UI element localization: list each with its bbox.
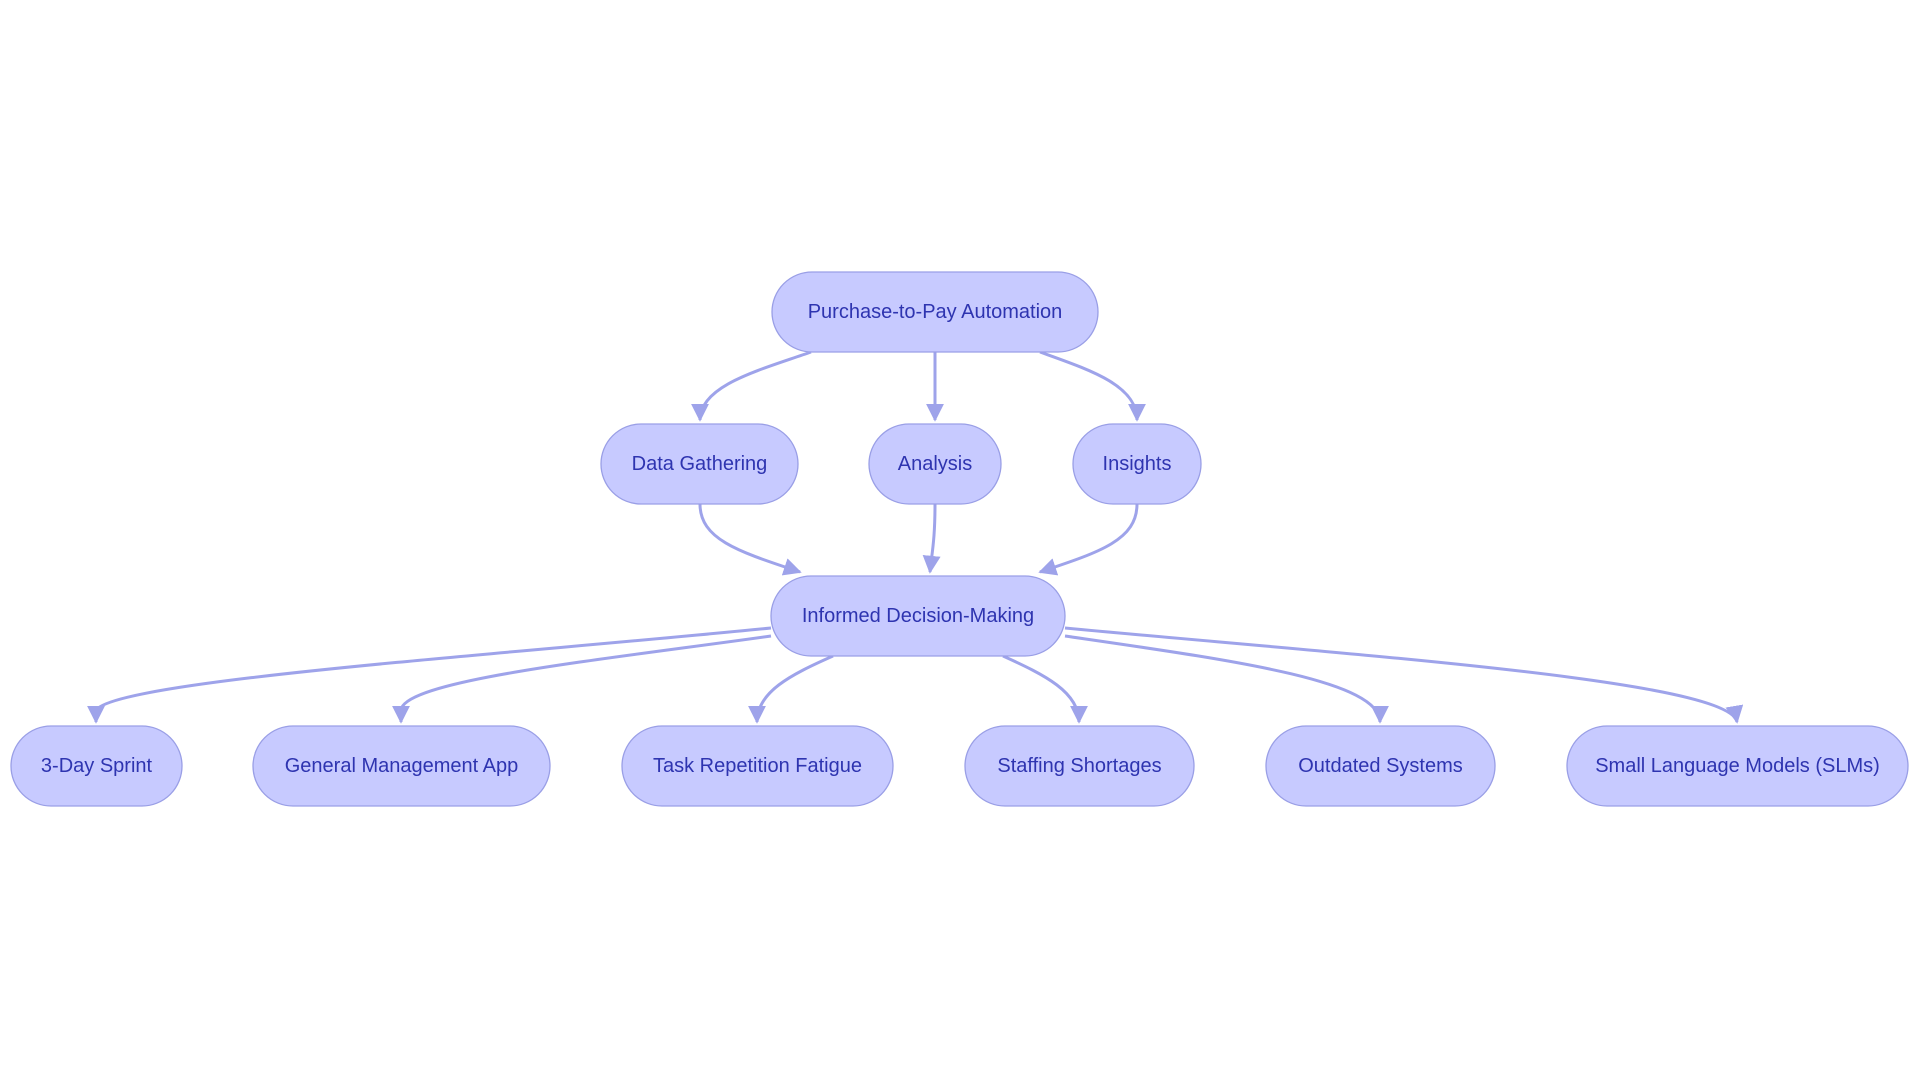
edge-idm-outdated (1064, 634, 1389, 724)
node-label: Analysis (898, 453, 972, 475)
node-staff[interactable]: Staffing Shortages (964, 725, 1195, 807)
node-label: Purchase-to-Pay Automation (808, 301, 1063, 323)
node-trf[interactable]: Task Repetition Fatigue (621, 725, 894, 807)
edge-insights-idm (1038, 503, 1139, 576)
edge-p2p-insights (1039, 350, 1146, 422)
node-label: Informed Decision-Making (802, 605, 1034, 627)
flowchart-diagram: Purchase-to-Pay Automation Data Gathering… (10, 271, 1909, 807)
edges-layer (87, 350, 1744, 724)
node-data[interactable]: Data Gathering (600, 423, 799, 505)
edge-idm-trf (748, 654, 834, 724)
node-analysis[interactable]: Analysis (868, 423, 1002, 505)
edge-analysis-idm (922, 503, 941, 574)
edge-idm-staff (1002, 654, 1088, 724)
edge-idm-sprint (87, 626, 772, 724)
edge-idm-gma (392, 634, 772, 724)
node-label: Staffing Shortages (997, 755, 1161, 777)
node-label: Small Language Models (SLMs) (1595, 755, 1880, 777)
node-p2p[interactable]: Purchase-to-Pay Automation (771, 271, 1099, 353)
node-label: Outdated Systems (1298, 755, 1463, 777)
node-label: Data Gathering (632, 453, 768, 475)
node-label: General Management App (285, 755, 519, 777)
edge-p2p-data (691, 350, 812, 422)
node-insights[interactable]: Insights (1072, 423, 1202, 505)
node-label: Task Repetition Fatigue (653, 755, 862, 777)
node-idm[interactable]: Informed Decision-Making (770, 575, 1066, 657)
edge-idm-slm (1064, 626, 1744, 724)
edge-data-idm (698, 503, 802, 576)
node-outdated[interactable]: Outdated Systems (1265, 725, 1496, 807)
node-gma[interactable]: General Management App (252, 725, 551, 807)
node-label: Insights (1103, 453, 1172, 475)
nodes-layer: Purchase-to-Pay Automation Data Gathering… (10, 271, 1909, 807)
node-sprint[interactable]: 3-Day Sprint (10, 725, 183, 807)
node-label: 3-Day Sprint (41, 755, 153, 777)
node-slm[interactable]: Small Language Models (SLMs) (1566, 725, 1909, 807)
